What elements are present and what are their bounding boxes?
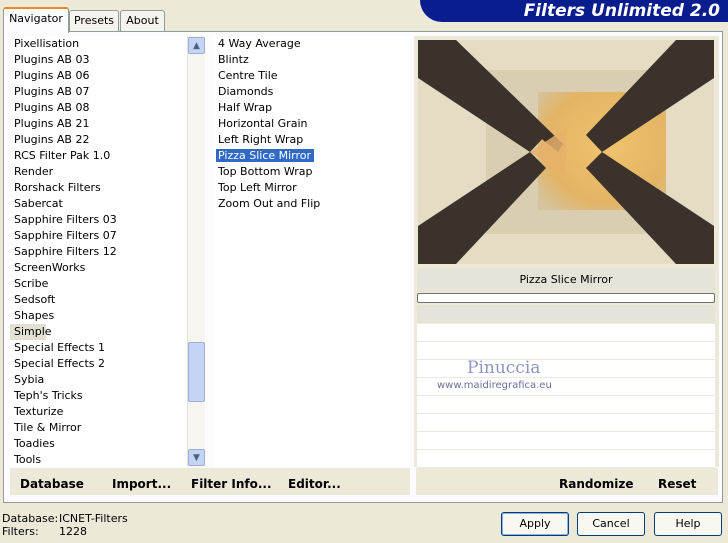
preview-filter-name: Pizza Slice Mirror (417, 268, 715, 292)
category-item[interactable]: Tile & Mirror (10, 420, 187, 436)
category-item[interactable]: Plugins AB 22 (10, 132, 187, 148)
database-label: Database: (2, 512, 59, 525)
apply-button[interactable]: Apply (501, 512, 569, 536)
tab-about[interactable]: About (120, 10, 165, 31)
help-button[interactable]: Help (654, 512, 722, 536)
preview-image (418, 40, 714, 264)
filter-info-button[interactable]: Filter Info... (191, 477, 272, 491)
category-scrollbar[interactable]: ▲ ▼ (187, 36, 205, 467)
filter-item[interactable]: Pizza Slice Mirror (214, 148, 410, 164)
tab-presets[interactable]: Presets (69, 10, 119, 31)
watermark-name: Pinuccia (467, 358, 541, 378)
category-item[interactable]: Toadies (10, 436, 187, 452)
parameter-row[interactable] (417, 450, 715, 468)
category-item[interactable]: Sedsoft (10, 292, 187, 308)
filter-item[interactable]: Horizontal Grain (214, 116, 410, 132)
parameter-row[interactable] (417, 360, 715, 378)
category-item[interactable]: Special Effects 1 (10, 340, 187, 356)
scroll-thumb[interactable] (188, 342, 205, 402)
parameter-header (417, 305, 715, 323)
category-item[interactable]: Render (10, 164, 187, 180)
parameter-row[interactable] (417, 324, 715, 342)
category-item[interactable]: Plugins AB 08 (10, 100, 187, 116)
filter-item[interactable]: Zoom Out and Flip (214, 196, 410, 212)
category-list[interactable]: Pixellisation Plugins AB 03 Plugins AB 06 P… (10, 36, 187, 467)
editor-button[interactable]: Editor... (288, 477, 341, 491)
filter-item[interactable]: 4 Way Average (214, 36, 410, 52)
category-item[interactable]: Sapphire Filters 07 (10, 228, 187, 244)
parameter-row[interactable] (417, 414, 715, 432)
watermark-url: www.maidiregrafica.eu (437, 380, 552, 391)
category-item[interactable]: Sabercat (10, 196, 187, 212)
filter-item[interactable]: Diamonds (214, 84, 410, 100)
category-item[interactable]: Special Effects 2 (10, 356, 187, 372)
import-button[interactable]: Import... (112, 477, 171, 491)
filter-list[interactable]: 4 Way Average Blintz Centre Tile Diamonds Ha… (214, 36, 410, 467)
parameter-row[interactable] (417, 396, 715, 414)
database-value: ICNET-Filters (59, 512, 128, 525)
category-item[interactable]: Sapphire Filters 03 (10, 212, 187, 228)
category-item[interactable]: Plugins AB 21 (10, 116, 187, 132)
tab-navigator[interactable]: Navigator (3, 7, 69, 33)
filter-item[interactable]: Top Bottom Wrap (214, 164, 410, 180)
filter-item[interactable]: Top Left Mirror (214, 180, 410, 196)
category-item[interactable]: ScreenWorks (10, 260, 187, 276)
filter-item[interactable]: Left Right Wrap (214, 132, 410, 148)
category-item[interactable]: RCS Filter Pak 1.0 (10, 148, 187, 164)
progress-bar (417, 293, 715, 303)
category-item[interactable]: Shapes (10, 308, 187, 324)
parameter-row[interactable] (417, 432, 715, 450)
filter-item[interactable]: Blintz (214, 52, 410, 68)
filter-item[interactable]: Half Wrap (214, 100, 410, 116)
category-item[interactable]: Plugins AB 03 (10, 52, 187, 68)
randomize-button[interactable]: Randomize (559, 477, 633, 491)
cancel-button[interactable]: Cancel (577, 512, 645, 536)
app-title: Filters Unlimited 2.0 (523, 1, 720, 21)
category-item[interactable]: Sybia (10, 372, 187, 388)
category-item[interactable]: Texturize (10, 404, 187, 420)
parameter-row[interactable] (417, 342, 715, 360)
category-item[interactable]: Teph's Tricks (10, 388, 187, 404)
filters-count-label: Filters: (2, 525, 39, 538)
reset-button[interactable]: Reset (658, 477, 696, 491)
category-item[interactable]: Sapphire Filters 12 (10, 244, 187, 260)
filter-item[interactable]: Centre Tile (214, 68, 410, 84)
category-item[interactable]: Simple (10, 324, 52, 340)
category-item[interactable]: Plugins AB 06 (10, 68, 187, 84)
category-item[interactable]: Plugins AB 07 (10, 84, 187, 100)
database-button[interactable]: Database (20, 477, 84, 491)
category-item[interactable]: Tools (10, 452, 187, 467)
scroll-up-button[interactable]: ▲ (188, 37, 205, 54)
filters-count-value: 1228 (59, 525, 87, 538)
category-item[interactable]: Rorshack Filters (10, 180, 187, 196)
category-item[interactable]: Pixellisation (10, 36, 187, 52)
scroll-down-button[interactable]: ▼ (188, 449, 205, 466)
category-item[interactable]: Scribe (10, 276, 187, 292)
selected-filter-label[interactable]: Pizza Slice Mirror (216, 149, 315, 162)
